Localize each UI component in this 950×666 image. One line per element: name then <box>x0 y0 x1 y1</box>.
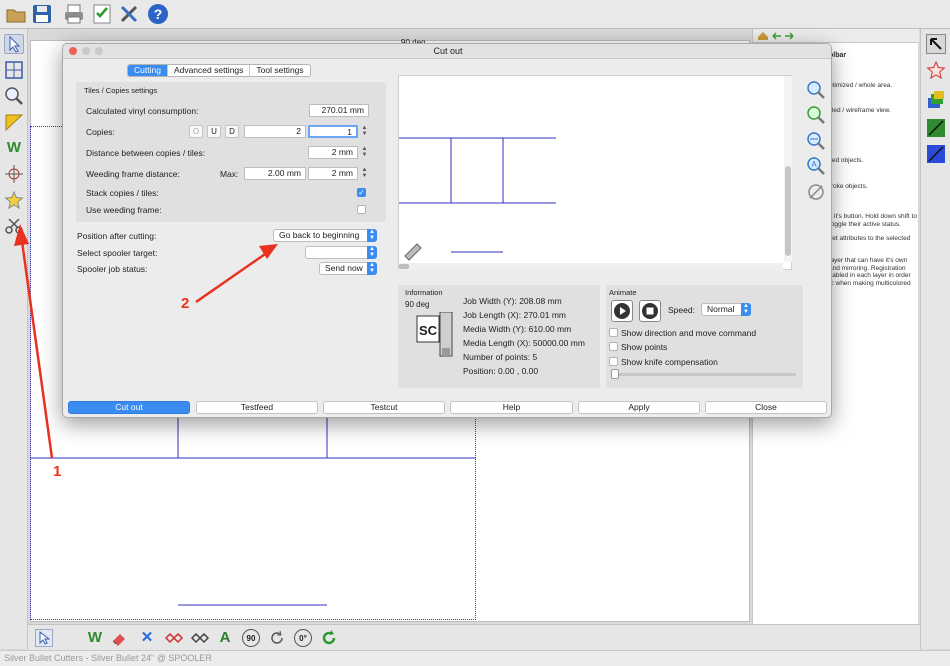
annotation-label-2: 2 <box>181 295 190 312</box>
annotation-label-1: 1 <box>53 463 62 480</box>
annotation-arrows <box>14 224 278 459</box>
